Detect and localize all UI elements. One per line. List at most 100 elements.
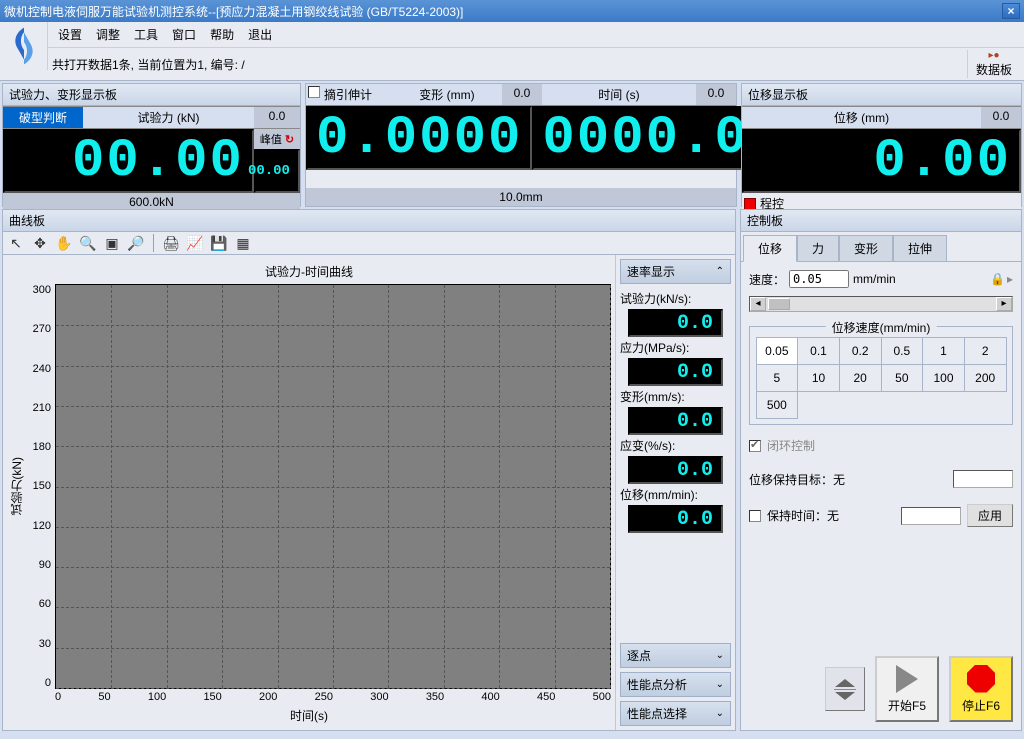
break-judge-button[interactable]: 破型判断 xyxy=(3,107,83,128)
zoom-in-icon[interactable]: 🔍 xyxy=(79,234,97,252)
y-tick: 0 xyxy=(25,677,51,689)
apply-button[interactable]: 应用 xyxy=(967,504,1013,527)
rate-section-header[interactable]: 速率显示⌃ xyxy=(620,259,731,284)
menu-window[interactable]: 窗口 xyxy=(166,24,202,45)
speed-preset-0.1[interactable]: 0.1 xyxy=(797,337,840,365)
displacement-zero: 0.0 xyxy=(981,107,1021,128)
scroll-thumb[interactable] xyxy=(768,298,790,310)
force-display-panel: 试验力、变形显示板 破型判断 试验力 (kN) 0.0 00.00 峰值 ↻ 0… xyxy=(2,83,301,207)
chart-type-icon[interactable]: 📈 xyxy=(186,234,204,252)
y-tick: 60 xyxy=(25,598,51,610)
y-tick: 120 xyxy=(25,520,51,532)
hold-time-checkbox[interactable] xyxy=(749,510,761,522)
points-section[interactable]: 逐点⌄ xyxy=(620,643,731,668)
tab-deform[interactable]: 变形 xyxy=(839,235,893,262)
speed-unit: mm/min xyxy=(853,272,896,286)
menu-tools[interactable]: 工具 xyxy=(128,24,164,45)
y-tick: 180 xyxy=(25,441,51,453)
speed-preset-200[interactable]: 200 xyxy=(964,364,1007,392)
x-tick: 300 xyxy=(370,691,388,703)
menu-exit[interactable]: 退出 xyxy=(242,24,278,45)
zoom-reset-icon[interactable]: 🔎 xyxy=(127,234,145,252)
print-icon[interactable]: 🖨 xyxy=(162,234,180,252)
rate-item-value: 0.0 xyxy=(628,358,723,386)
tab-force[interactable]: 力 xyxy=(797,235,839,262)
lock-toggle[interactable]: 🔒▸ xyxy=(990,272,1013,286)
x-tick: 100 xyxy=(148,691,166,703)
menu-settings[interactable]: 设置 xyxy=(52,24,88,45)
y-tick: 150 xyxy=(25,480,51,492)
control-tabs: 位移 力 变形 拉伸 xyxy=(741,232,1021,262)
speed-preset-0.2[interactable]: 0.2 xyxy=(839,337,882,365)
y-tick: 240 xyxy=(25,363,51,375)
zoom-box-icon[interactable]: ▣ xyxy=(103,234,121,252)
x-tick: 250 xyxy=(315,691,333,703)
speed-scrollbar[interactable]: ◂ ▸ xyxy=(749,296,1013,312)
speed-preset-10[interactable]: 10 xyxy=(797,364,840,392)
speed-preset-1[interactable]: 1 xyxy=(922,337,965,365)
chart-toolbar: ↖ ✥ ✋ 🔍 ▣ 🔎 🖨 📈 💾 ▦ xyxy=(3,232,735,255)
status-indicator-icon xyxy=(744,198,756,210)
hold-target-input[interactable] xyxy=(953,470,1013,488)
x-tick: 150 xyxy=(203,691,221,703)
jog-updown-button[interactable] xyxy=(825,667,865,711)
x-tick: 450 xyxy=(537,691,555,703)
speed-label: 速度： xyxy=(749,271,785,288)
scroll-right-icon[interactable]: ▸ xyxy=(996,297,1012,311)
x-tick: 500 xyxy=(593,691,611,703)
x-tick: 50 xyxy=(98,691,110,703)
y-tick: 90 xyxy=(25,559,51,571)
chart-area: 试验力-时间曲线 试验力(kN) 30027024021018015012090… xyxy=(3,255,615,730)
extensometer-checkbox[interactable] xyxy=(308,86,320,98)
close-icon[interactable]: × xyxy=(1002,3,1020,19)
speed-preset-100[interactable]: 100 xyxy=(922,364,965,392)
control-panel-header: 控制板 xyxy=(741,210,1021,232)
databoard-toggle[interactable]: ▸● 数据板 xyxy=(967,50,1020,78)
speed-preset-0.5[interactable]: 0.5 xyxy=(881,337,924,365)
time-zero: 0.0 xyxy=(696,84,736,105)
x-tick: 200 xyxy=(259,691,277,703)
tab-displacement[interactable]: 位移 xyxy=(743,235,797,262)
grid-icon[interactable]: ▦ xyxy=(234,234,252,252)
chart-plot[interactable] xyxy=(55,284,611,689)
force-panel-header: 试验力、变形显示板 xyxy=(3,84,300,106)
speed-preset-5[interactable]: 5 xyxy=(756,364,799,392)
expand-icon: ⌄ xyxy=(716,708,724,719)
rate-item-label: 试验力(kN/s): xyxy=(620,290,731,307)
rate-item-value: 0.0 xyxy=(628,407,723,435)
perf-select-section[interactable]: 性能点选择⌄ xyxy=(620,701,731,726)
menu-help[interactable]: 帮助 xyxy=(204,24,240,45)
databoard-label: 数据板 xyxy=(976,61,1012,78)
app-logo xyxy=(0,22,48,70)
y-tick: 300 xyxy=(25,284,51,296)
pointer-tool-icon[interactable]: ↖ xyxy=(7,234,25,252)
speed-preset-0.05[interactable]: 0.05 xyxy=(756,337,799,365)
speed-preset-2[interactable]: 2 xyxy=(964,337,1007,365)
speed-preset-20[interactable]: 20 xyxy=(839,364,882,392)
displacement-panel: 位移显示板 位移 (mm) 0.0 0.00 程控 xyxy=(741,83,1022,207)
stop-button[interactable]: 停止F6 xyxy=(949,656,1013,722)
tab-tensile[interactable]: 拉伸 xyxy=(893,235,947,262)
top-toolbar: 设置 调整 工具 窗口 帮助 退出 共打开数据1条, 当前位置为1, 编号: /… xyxy=(0,22,1024,81)
y-tick: 270 xyxy=(25,323,51,335)
hold-time-input[interactable] xyxy=(901,507,961,525)
export-icon[interactable]: 💾 xyxy=(210,234,228,252)
crosshair-tool-icon[interactable]: ✥ xyxy=(31,234,49,252)
speed-preset-group: 位移速度(mm/min) 0.050.10.20.512510205010020… xyxy=(749,326,1013,425)
y-axis-label: 试验力(kN) xyxy=(7,284,25,689)
speed-preset-50[interactable]: 50 xyxy=(881,364,924,392)
x-tick: 350 xyxy=(426,691,444,703)
menu-adjust[interactable]: 调整 xyxy=(90,24,126,45)
force-value-lcd: 00.00 xyxy=(3,129,254,193)
start-button[interactable]: 开始F5 xyxy=(875,656,939,722)
speed-input[interactable] xyxy=(789,270,849,288)
x-tick: 0 xyxy=(55,691,61,703)
pan-tool-icon[interactable]: ✋ xyxy=(55,234,73,252)
closed-loop-checkbox[interactable] xyxy=(749,440,761,452)
speed-preset-500[interactable]: 500 xyxy=(756,391,799,419)
peak-reset-icon[interactable]: ↻ xyxy=(285,134,294,146)
closed-loop-label: 闭环控制 xyxy=(767,437,815,454)
perf-analysis-section[interactable]: 性能点分析⌄ xyxy=(620,672,731,697)
rate-item-value: 0.0 xyxy=(628,505,723,533)
scroll-left-icon[interactable]: ◂ xyxy=(750,297,766,311)
